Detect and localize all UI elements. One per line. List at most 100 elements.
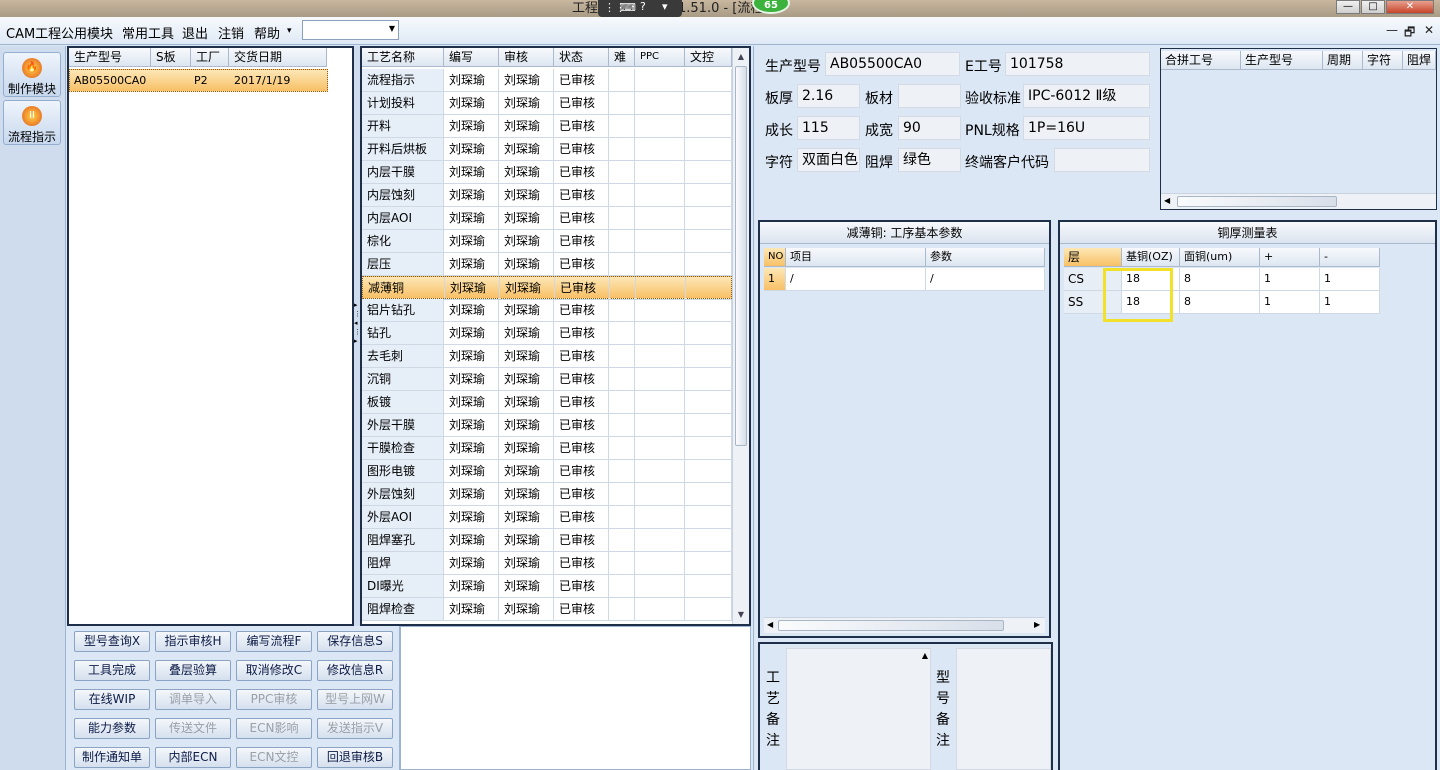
action-button[interactable]: 内部ECN bbox=[155, 747, 231, 768]
column-header[interactable]: 审核 bbox=[499, 48, 554, 67]
table-row[interactable]: 铝片钻孔 刘琛瑜 刘琛瑜 已审核 bbox=[362, 299, 732, 322]
sidebar-item-production-module[interactable]: 🔥 制作模块 bbox=[3, 52, 61, 97]
column-header[interactable]: S板 bbox=[151, 48, 191, 67]
column-header[interactable]: - bbox=[1320, 248, 1380, 267]
column-header[interactable]: 工艺名称 bbox=[362, 48, 444, 67]
table-row[interactable]: 钻孔 刘琛瑜 刘琛瑜 已审核 bbox=[362, 322, 732, 345]
action-button[interactable]: 能力参数 bbox=[74, 718, 150, 739]
table-row[interactable]: 图形电镀 刘琛瑜 刘琛瑜 已审核 bbox=[362, 460, 732, 483]
mdi-restore-button[interactable]: 🗗 bbox=[1404, 23, 1415, 44]
mask-field[interactable]: 绿色 bbox=[898, 148, 961, 172]
table-row[interactable]: 板镀 刘琛瑜 刘琛瑜 已审核 bbox=[362, 391, 732, 414]
action-button[interactable]: 传送文件 bbox=[155, 718, 231, 739]
thickness-field[interactable]: 2.16 bbox=[797, 84, 860, 108]
table-row[interactable]: 外层干膜 刘琛瑜 刘琛瑜 已审核 bbox=[362, 414, 732, 437]
remote-control-toolbar[interactable]: ⋮⋮ ⌨ ? ▾ bbox=[598, 0, 682, 17]
action-button[interactable]: 保存信息S bbox=[317, 631, 393, 652]
vertical-scrollbar[interactable]: ▲ ▼ bbox=[732, 48, 749, 624]
table-row[interactable]: 阻焊塞孔 刘琛瑜 刘琛瑜 已审核 bbox=[362, 529, 732, 552]
table-cell[interactable]: 1 bbox=[1260, 268, 1320, 291]
column-header[interactable]: 编写 bbox=[444, 48, 499, 67]
maximize-button[interactable]: □ bbox=[1361, 0, 1385, 14]
legend-field[interactable]: 双面白色 bbox=[797, 148, 860, 172]
process-notes-textarea[interactable]: ▲ bbox=[786, 648, 931, 770]
column-header[interactable]: 参数 bbox=[926, 248, 1045, 267]
scroll-up-icon[interactable]: ▲ bbox=[733, 52, 749, 61]
menu-help[interactable]: 帮助 bbox=[254, 23, 280, 42]
table-row[interactable]: 开料后烘板 刘琛瑜 刘琛瑜 已审核 bbox=[362, 138, 732, 161]
action-button[interactable]: 取消修改C bbox=[236, 660, 312, 681]
column-header[interactable]: 周期 bbox=[1323, 51, 1363, 70]
table-row[interactable]: 流程指示 刘琛瑜 刘琛瑜 已审核 bbox=[362, 69, 732, 92]
column-header[interactable]: 合拼工号 bbox=[1161, 51, 1241, 70]
scroll-thumb[interactable] bbox=[778, 620, 1004, 631]
column-header[interactable]: 文控 bbox=[685, 48, 732, 67]
table-row[interactable]: 内层干膜 刘琛瑜 刘琛瑜 已审核 bbox=[362, 161, 732, 184]
action-button[interactable]: 发送指示V bbox=[317, 718, 393, 739]
menu-cam[interactable]: CAM工程 bbox=[6, 23, 61, 42]
scroll-up-icon[interactable]: ▲ bbox=[922, 651, 928, 660]
chevron-down-icon[interactable]: ▾ bbox=[662, 0, 668, 13]
table-row[interactable]: DI曝光 刘琛瑜 刘琛瑜 已审核 bbox=[362, 575, 732, 598]
horizontal-scrollbar[interactable]: ◀ ▶ bbox=[764, 617, 1045, 633]
table-cell[interactable]: 8 bbox=[1180, 268, 1260, 291]
column-header[interactable]: 项目 bbox=[786, 248, 926, 267]
table-cell[interactable]: / bbox=[926, 268, 1045, 291]
table-row[interactable]: 沉铜 刘琛瑜 刘琛瑜 已审核 bbox=[362, 368, 732, 391]
menu-common-modules[interactable]: 公用模块 bbox=[61, 23, 113, 42]
model-notes-textarea[interactable] bbox=[956, 648, 1051, 770]
horizontal-scrollbar[interactable]: ◀ bbox=[1161, 193, 1436, 209]
width-field[interactable]: 90 bbox=[898, 116, 961, 140]
action-button[interactable]: 在线WIP bbox=[74, 689, 150, 710]
action-button[interactable]: 叠层验算 bbox=[155, 660, 231, 681]
menu-logout[interactable]: 注销 bbox=[218, 23, 244, 42]
action-button[interactable]: 调单导入 bbox=[155, 689, 231, 710]
column-header[interactable]: 面铜(um) bbox=[1180, 248, 1260, 267]
chevron-down-icon[interactable]: ▾ bbox=[287, 26, 292, 36]
scroll-down-icon[interactable]: ▼ bbox=[733, 610, 749, 619]
scroll-right-icon[interactable]: ▶ bbox=[1034, 620, 1040, 629]
table-row[interactable]: 去毛刺 刘琛瑜 刘琛瑜 已审核 bbox=[362, 345, 732, 368]
sidebar-item-flow-instruction[interactable]: II 流程指示 bbox=[3, 100, 61, 145]
prod-model-field[interactable]: AB05500CA0 bbox=[825, 52, 960, 76]
column-header[interactable]: 层 bbox=[1064, 248, 1122, 267]
table-row[interactable]: 棕化 刘琛瑜 刘琛瑜 已审核 bbox=[362, 230, 732, 253]
action-button[interactable]: ECN影响 bbox=[236, 718, 312, 739]
menu-common-tools[interactable]: 常用工具 bbox=[122, 23, 174, 42]
scroll-thumb[interactable] bbox=[1177, 196, 1337, 207]
column-header[interactable]: 工厂 bbox=[191, 48, 229, 67]
table-cell[interactable]: 1 bbox=[1260, 291, 1320, 314]
table-row[interactable]: 内层蚀刻 刘琛瑜 刘琛瑜 已审核 bbox=[362, 184, 732, 207]
scroll-thumb[interactable] bbox=[735, 66, 747, 446]
table-row[interactable]: 外层蚀刻 刘琛瑜 刘琛瑜 已审核 bbox=[362, 483, 732, 506]
action-button[interactable]: ECN文控 bbox=[236, 747, 312, 768]
scroll-left-icon[interactable]: ◀ bbox=[1164, 196, 1170, 205]
column-header[interactable]: 生产型号 bbox=[1241, 51, 1323, 70]
column-header[interactable]: 交货日期 bbox=[229, 48, 327, 67]
column-header[interactable]: 难 bbox=[609, 48, 635, 67]
mdi-minimize-button[interactable]: — bbox=[1386, 23, 1398, 37]
action-button[interactable]: 编写流程F bbox=[236, 631, 312, 652]
table-row[interactable]: 减薄铜 刘琛瑜 刘琛瑜 已审核 bbox=[362, 276, 732, 300]
keyboard-icon[interactable]: ⌨ bbox=[620, 1, 636, 14]
column-header[interactable]: 生产型号 bbox=[69, 48, 151, 67]
table-cell[interactable]: / bbox=[786, 268, 926, 291]
column-header[interactable]: NO bbox=[764, 248, 786, 267]
column-header[interactable]: 字符 bbox=[1363, 51, 1403, 70]
column-header[interactable]: PPC bbox=[635, 48, 685, 67]
help-icon[interactable]: ? bbox=[640, 0, 646, 13]
column-header[interactable]: 阻焊 bbox=[1403, 51, 1436, 70]
action-button[interactable]: 指示审核H bbox=[155, 631, 231, 652]
column-header[interactable]: 基铜(OZ) bbox=[1122, 248, 1180, 267]
action-button[interactable]: 型号上网W bbox=[317, 689, 393, 710]
table-row[interactable]: 层压 刘琛瑜 刘琛瑜 已审核 bbox=[362, 253, 732, 276]
action-button[interactable]: 型号查询X bbox=[74, 631, 150, 652]
mdi-close-button[interactable]: ✕ bbox=[1424, 23, 1434, 37]
pnl-field[interactable]: 1P=16U bbox=[1023, 116, 1150, 140]
menu-exit[interactable]: 退出 bbox=[182, 23, 208, 42]
action-button[interactable]: 工具完成 bbox=[74, 660, 150, 681]
column-header[interactable]: + bbox=[1260, 248, 1320, 267]
table-cell[interactable]: 8 bbox=[1180, 291, 1260, 314]
table-row[interactable]: 外层AOI 刘琛瑜 刘琛瑜 已审核 bbox=[362, 506, 732, 529]
minimize-button[interactable]: — bbox=[1336, 0, 1360, 14]
